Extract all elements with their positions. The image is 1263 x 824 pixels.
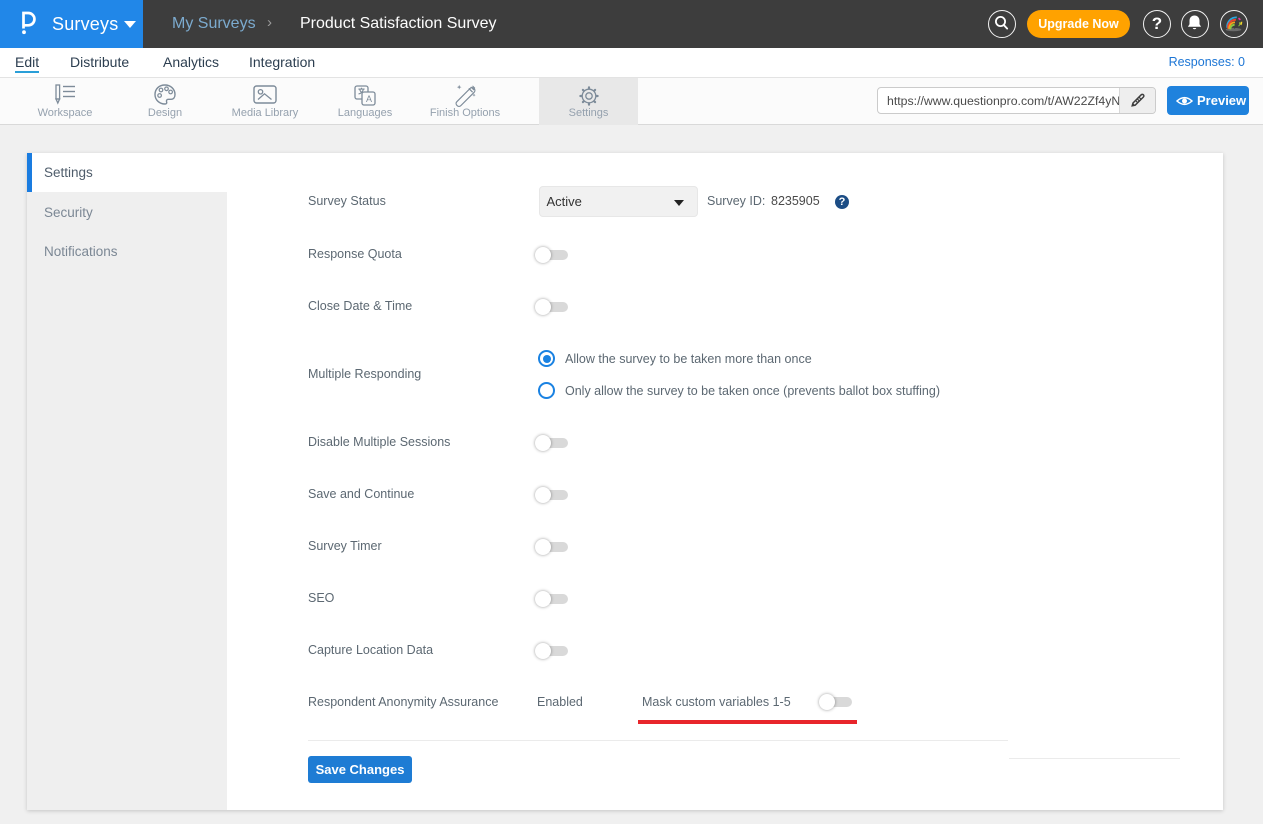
svg-text:A: A <box>366 94 372 104</box>
